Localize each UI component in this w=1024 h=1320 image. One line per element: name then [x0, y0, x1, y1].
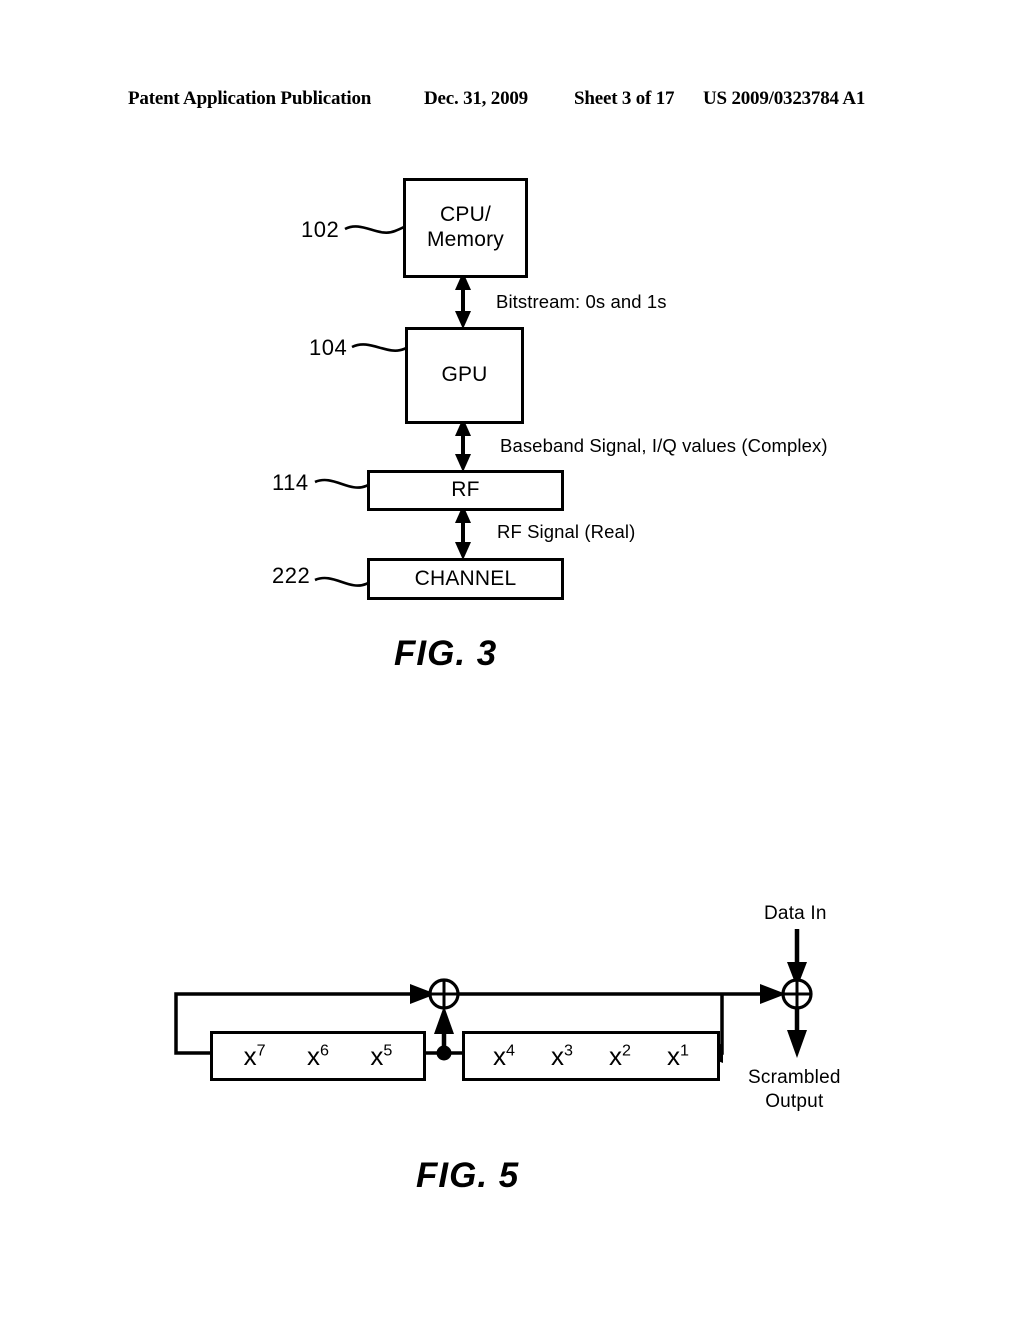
reference-numeral-102: 102	[301, 217, 340, 242]
arrow-data-in	[787, 929, 807, 988]
register-cell-x2: x2	[609, 1041, 631, 1071]
register-cell-x3: x3	[551, 1041, 573, 1071]
wire-junction-to-feedback-xor	[434, 1006, 454, 1053]
signal-label-rf-signal: RF Signal (Real)	[497, 521, 636, 542]
reference-numeral-222: 222	[272, 563, 311, 588]
block-rf-label: RF	[451, 478, 480, 502]
block-gpu-label: GPU	[441, 363, 488, 387]
figure-3-caption: FIG. 3	[394, 634, 498, 673]
block-cpu-memory: CPU/ Memory	[403, 178, 528, 278]
data-in-label: Data In	[764, 903, 827, 924]
arrow-cpu-gpu	[455, 272, 471, 329]
signal-label-bitstream: Bitstream: 0s and 1s	[496, 291, 667, 312]
block-rf: RF	[367, 470, 564, 511]
figure-5-caption: FIG. 5	[416, 1156, 520, 1195]
arrow-scrambled-output	[787, 1005, 807, 1058]
page-header: Patent Application Publication Dec. 31, …	[0, 88, 1024, 118]
register-left: x7 x6 x5	[210, 1031, 426, 1081]
header-publication-text: Patent Application Publication	[128, 88, 372, 109]
register-cell-x7: x7	[243, 1041, 266, 1071]
header-sheet-text: Sheet 3 of 17	[574, 88, 675, 109]
feedback-xor-icon	[428, 978, 460, 1010]
signal-label-baseband: Baseband Signal, I/Q values (Complex)	[500, 435, 828, 456]
wire-feedback-to-output	[455, 984, 786, 1004]
register-cell-x5: x5	[370, 1041, 393, 1071]
reference-numeral-114: 114	[272, 470, 309, 495]
register-cell-x6: x6	[307, 1041, 329, 1071]
block-channel: CHANNEL	[367, 558, 564, 600]
block-cpu-memory-label: CPU/ Memory	[426, 203, 505, 251]
arrow-gpu-rf	[455, 418, 471, 472]
header-date-text: Dec. 31, 2009	[424, 88, 528, 109]
register-right: x4 x3 x2 x1	[462, 1031, 720, 1081]
scrambled-output-label: Scrambled Output	[748, 1067, 841, 1112]
arrow-rf-channel	[455, 505, 471, 560]
register-cell-x1: x1	[667, 1041, 689, 1071]
block-channel-label: CHANNEL	[414, 566, 517, 590]
reference-numeral-104: 104	[309, 335, 348, 360]
register-cell-x4: x4	[493, 1041, 515, 1071]
output-xor-icon	[781, 978, 813, 1010]
header-patent-number: US 2009/0323784 A1	[703, 88, 866, 109]
block-gpu: GPU	[405, 327, 524, 424]
